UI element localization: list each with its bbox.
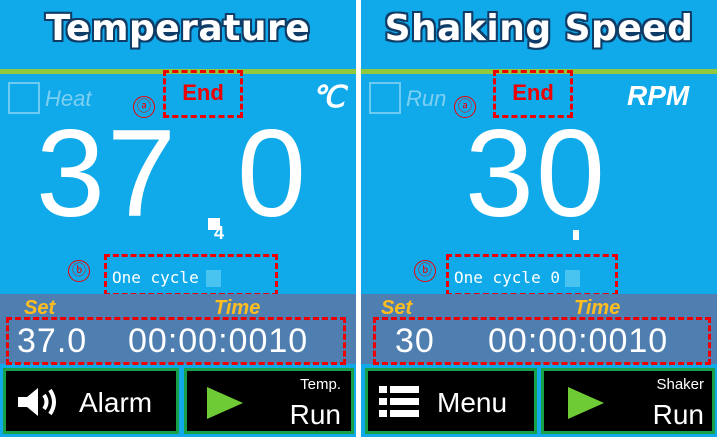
shaker-run-button-bottom: Run (652, 399, 704, 430)
speed-value: 30 (465, 105, 607, 243)
temperature-value-int: 37 (36, 105, 178, 243)
shaker-run-button[interactable]: Shaker Run (541, 368, 715, 434)
run-checkbox[interactable] (369, 82, 401, 114)
set-temperature-value[interactable]: 37.0 (17, 322, 87, 361)
shaking-speed-panel: Shaking Speed Run ⓐ End RPM 30 ⓑ One cyc… (361, 0, 717, 437)
temperature-value-dec: 0 (237, 105, 308, 243)
temp-run-button-top: Temp. (300, 376, 341, 393)
set-speed-value[interactable]: 30 (395, 322, 435, 361)
cycle-indicator (565, 270, 580, 287)
annotation-marker-b: ⓑ (68, 260, 90, 282)
status-text: End (512, 80, 554, 105)
cycle-text: One cycle 0 (454, 268, 560, 287)
panel-title: Temperature (45, 8, 311, 49)
temp-run-button-bottom: Run (289, 399, 341, 430)
menu-list-icon (379, 386, 419, 417)
set-time-value[interactable]: 00:00:0010 (488, 322, 668, 361)
play-icon (568, 387, 604, 419)
speaker-icon (18, 388, 56, 416)
annotation-marker-b: ⓑ (414, 260, 436, 282)
shaker-run-button-top: Shaker (656, 376, 704, 393)
temperature-unit: ℃ (311, 81, 345, 114)
menu-button[interactable]: Menu (365, 368, 537, 434)
cycle-indicator (206, 270, 221, 287)
run-checkbox-label: Run (406, 86, 447, 111)
speed-unit: RPM (627, 80, 690, 111)
temperature-panel: Temperature Heat ⓐ End ℃ 37 0 4 ⓑ One cy… (0, 0, 356, 437)
temp-run-button[interactable]: Temp. Run (184, 368, 354, 434)
alarm-button[interactable]: Alarm (3, 368, 179, 434)
status-text: End (182, 80, 224, 105)
play-icon (207, 387, 243, 419)
menu-button-label: Menu (437, 387, 508, 418)
set-time-value[interactable]: 00:00:0010 (128, 322, 308, 361)
sub-digit: 4 (214, 223, 225, 243)
alarm-button-label: Alarm (79, 387, 153, 418)
panel-title: Shaking Speed (384, 8, 694, 49)
cycle-text: One cycle 0 (112, 268, 218, 287)
speed-mark (573, 230, 579, 240)
